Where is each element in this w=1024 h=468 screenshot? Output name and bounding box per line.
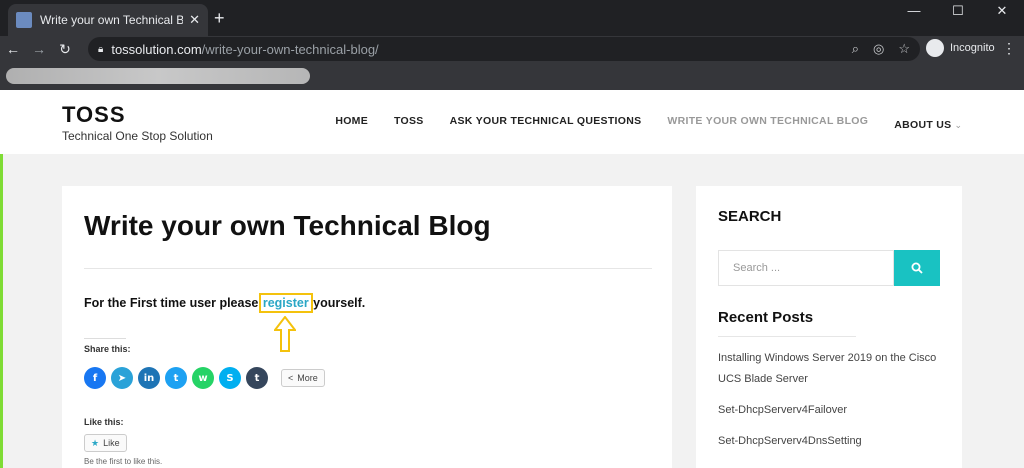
- tumblr-icon[interactable]: t: [246, 367, 268, 389]
- favicon-icon: [16, 12, 32, 28]
- forward-icon[interactable]: →: [26, 41, 52, 57]
- incognito-label: Incognito: [950, 42, 995, 54]
- browser-tabbar: Write your own Technical Blog - T ✕ + — …: [0, 0, 1024, 36]
- incognito-profile[interactable]: Incognito: [926, 39, 995, 57]
- browser-toolbar: ← → ↻ 🔒︎ tossolution.com/write-your-own-…: [0, 36, 1024, 62]
- tab-title: Write your own Technical Blog - T: [40, 13, 184, 27]
- recent-post-link[interactable]: Installing Windows Server 2019 on the Ci…: [718, 348, 948, 390]
- highlight-arrow-icon: [274, 316, 296, 352]
- browser-menu-icon[interactable]: ⋮: [1002, 40, 1016, 57]
- chevron-down-icon: ⌄: [954, 120, 962, 130]
- url-path: /write-your-own-technical-blog/: [201, 41, 379, 57]
- share-icons: f ➤ in t w St < More: [84, 367, 325, 389]
- recent-posts-title: Recent Posts: [718, 309, 814, 326]
- share-more-icon: <: [288, 373, 294, 383]
- maximize-icon[interactable]: ☐: [936, 0, 980, 22]
- search-button[interactable]: [894, 250, 940, 286]
- site-title[interactable]: TOSS: [62, 102, 126, 128]
- share-label: Share this:: [84, 344, 131, 354]
- nav-about-us-wrap[interactable]: ABOUT US ⌄: [894, 115, 962, 133]
- left-edge-strip: [0, 154, 3, 468]
- article-card: Write your own Technical Blog For the Fi…: [62, 186, 672, 468]
- sidebar: SEARCH Search ... Recent Posts Installin…: [696, 186, 962, 468]
- search-icon: [911, 262, 923, 274]
- site-tagline: Technical One Stop Solution: [62, 129, 213, 143]
- twitter-icon[interactable]: t: [165, 367, 187, 389]
- close-tab-icon[interactable]: ✕: [189, 12, 200, 28]
- star-icon: ★: [91, 437, 100, 448]
- search-input[interactable]: Search ...: [718, 250, 894, 286]
- reload-icon[interactable]: ↻: [52, 41, 78, 58]
- register-suffix: yourself.: [309, 296, 366, 310]
- linkedin-icon[interactable]: in: [138, 367, 160, 389]
- like-label: Like this:: [84, 417, 124, 427]
- like-first-text: Be the first to like this.: [84, 457, 163, 466]
- whatsapp-icon[interactable]: w: [192, 367, 214, 389]
- recent-post-link[interactable]: Set-DhcpServerv4DnsSetting: [718, 431, 948, 452]
- register-prefix: For the First time user please: [84, 296, 262, 310]
- nav-home[interactable]: HOME: [335, 115, 368, 133]
- tracking-blocked-icon[interactable]: ◎: [873, 41, 884, 57]
- page-title: Write your own Technical Blog: [84, 210, 491, 241]
- bookmark-star-icon[interactable]: ☆: [898, 41, 910, 57]
- back-icon[interactable]: ←: [0, 41, 26, 57]
- browser-tab[interactable]: Write your own Technical Blog - T ✕: [8, 4, 208, 36]
- recent-post-link[interactable]: Set-DhcpServerv4Failover: [718, 400, 948, 421]
- share-divider: [84, 338, 126, 339]
- lock-icon: 🔒︎: [98, 43, 104, 55]
- url-host: tossolution.com: [111, 41, 202, 57]
- redacted-bookmarks: [6, 68, 310, 84]
- minimize-icon[interactable]: —: [892, 0, 936, 22]
- more-share-button[interactable]: < More: [281, 369, 325, 387]
- omnibox-icons: ⌕ ◎ ☆: [852, 41, 910, 57]
- register-link[interactable]: register: [258, 293, 313, 313]
- nav-ask-questions[interactable]: ASK YOUR TECHNICAL QUESTIONS: [450, 115, 642, 133]
- window-controls: — ☐ ✕: [892, 0, 1024, 22]
- skype-icon[interactable]: S: [219, 367, 241, 389]
- more-label: More: [297, 373, 318, 383]
- nav-write-blog[interactable]: WRITE YOUR OWN TECHNICAL BLOG: [667, 115, 868, 133]
- nav-toss[interactable]: TOSS: [394, 115, 424, 133]
- search-widget-title: SEARCH: [718, 208, 782, 225]
- register-text: For the First time user please register …: [84, 293, 366, 313]
- new-tab-icon[interactable]: +: [214, 8, 225, 29]
- site-header: TOSS Technical One Stop Solution HOME TO…: [0, 90, 1024, 154]
- close-window-icon[interactable]: ✕: [980, 0, 1024, 22]
- incognito-icon: [926, 39, 944, 57]
- zoom-icon[interactable]: ⌕: [852, 41, 859, 57]
- facebook-icon[interactable]: f: [84, 367, 106, 389]
- main-nav: HOME TOSS ASK YOUR TECHNICAL QUESTIONS W…: [335, 115, 962, 133]
- address-bar[interactable]: 🔒︎ tossolution.com/write-your-own-techni…: [88, 37, 920, 61]
- nav-about-us[interactable]: ABOUT US: [894, 119, 951, 131]
- like-button-label: Like: [103, 438, 120, 448]
- sidebar-divider: [718, 336, 856, 337]
- telegram-icon[interactable]: ➤: [111, 367, 133, 389]
- like-button[interactable]: ★ Like: [84, 434, 127, 452]
- divider: [84, 268, 652, 269]
- bookmark-bar: [0, 62, 1024, 90]
